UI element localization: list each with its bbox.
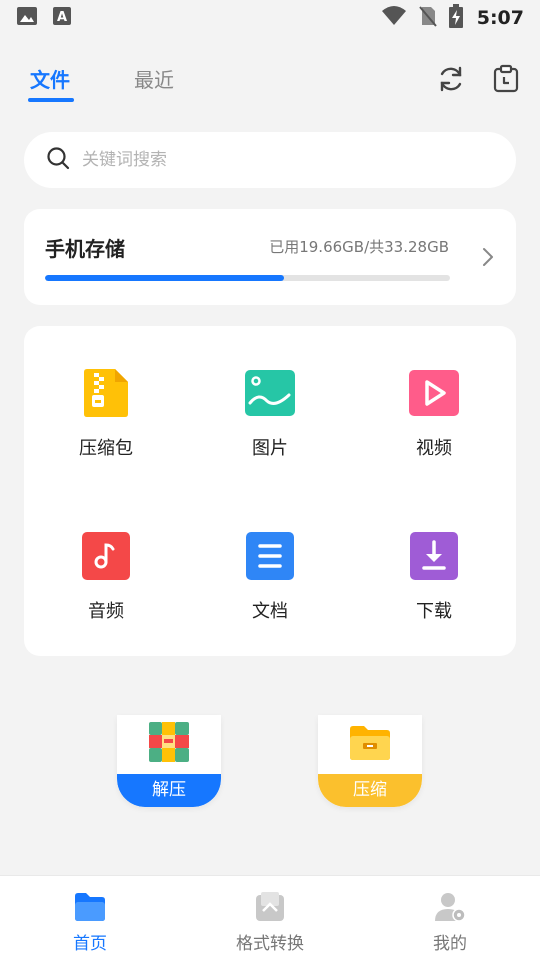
- search-input[interactable]: [82, 150, 462, 170]
- category-archives[interactable]: 压缩包: [46, 368, 166, 478]
- nav-home[interactable]: 首页: [0, 876, 180, 960]
- home-folder-icon: [73, 891, 107, 923]
- compress-folder-icon: [349, 721, 391, 763]
- profile-icon: [433, 891, 467, 923]
- nav-format-convert[interactable]: 格式转换: [180, 876, 360, 960]
- search-bar[interactable]: [24, 132, 516, 188]
- category-label: 下载: [416, 601, 452, 622]
- format-convert-icon: [253, 891, 287, 923]
- bottom-navigation: 首页 格式转换 我的: [0, 875, 540, 960]
- download-icon: [409, 531, 459, 581]
- wifi-icon: [381, 5, 407, 31]
- compress-label: 压缩: [318, 774, 422, 807]
- battery-charging-icon: [448, 4, 463, 32]
- zip-archive-icon: [81, 368, 131, 418]
- header: 文件 最近: [0, 56, 540, 108]
- nav-label: 格式转换: [236, 934, 304, 954]
- phone-storage-card[interactable]: 手机存储 已用19.66GB/共33.28GB: [24, 209, 516, 305]
- category-documents[interactable]: 文档: [210, 531, 330, 641]
- category-videos[interactable]: 视频: [374, 368, 494, 478]
- storage-progress-fill: [45, 275, 284, 281]
- chevron-right-icon: [480, 245, 496, 273]
- tab-recent[interactable]: 最近: [134, 64, 174, 93]
- refresh-icon[interactable]: [436, 64, 466, 94]
- category-label: 压缩包: [79, 438, 133, 459]
- category-grid: 压缩包 图片 视频 音频 文档 下载: [24, 326, 516, 656]
- status-time: 5:07: [476, 7, 524, 29]
- music-icon: [81, 531, 131, 581]
- text-notification-icon: A: [52, 5, 72, 31]
- category-label: 音频: [88, 601, 124, 622]
- nav-profile[interactable]: 我的: [360, 876, 540, 960]
- storage-usage: 已用19.66GB/共33.28GB: [269, 238, 449, 256]
- video-icon: [409, 368, 459, 418]
- clipboard-history-icon[interactable]: [491, 64, 521, 94]
- category-label: 图片: [252, 438, 288, 459]
- category-audio[interactable]: 音频: [46, 531, 166, 641]
- image-notification-icon: [16, 5, 38, 31]
- tab-files[interactable]: 文件: [30, 64, 70, 93]
- unzip-button[interactable]: 解压: [117, 715, 221, 807]
- unzip-icon: [148, 721, 190, 763]
- status-bar: A 5:07: [0, 0, 540, 36]
- storage-progress-bar: [45, 275, 450, 281]
- unzip-label: 解压: [117, 774, 221, 807]
- svg-text:A: A: [57, 10, 67, 25]
- document-icon: [245, 531, 295, 581]
- category-label: 文档: [252, 601, 288, 622]
- compress-button[interactable]: 压缩: [318, 715, 422, 807]
- storage-title: 手机存储: [45, 237, 125, 261]
- category-label: 视频: [416, 438, 452, 459]
- category-images[interactable]: 图片: [210, 368, 330, 478]
- nav-label: 首页: [73, 934, 107, 954]
- active-tab-indicator: [28, 98, 74, 102]
- search-icon: [46, 146, 70, 174]
- image-icon: [245, 368, 295, 418]
- no-sim-icon: [417, 5, 439, 31]
- nav-label: 我的: [433, 934, 467, 954]
- category-downloads[interactable]: 下载: [374, 531, 494, 641]
